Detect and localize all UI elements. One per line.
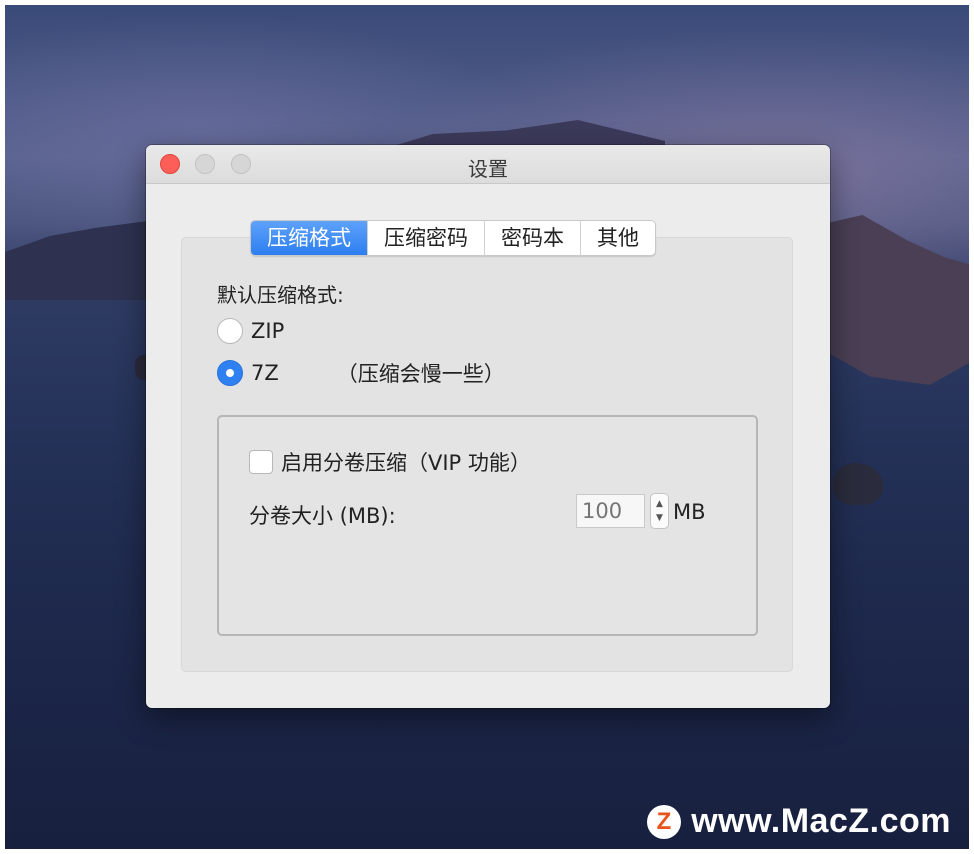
island-right bbox=[825, 215, 969, 385]
radio-7z-note: （压缩会慢一些） bbox=[336, 362, 505, 386]
split-enable-label: 启用分卷压缩（VIP 功能） bbox=[281, 451, 531, 475]
title-bar[interactable]: 设置 bbox=[146, 145, 830, 184]
radio-zip-row[interactable]: ZIP bbox=[217, 318, 284, 344]
chevron-up-icon[interactable]: ▲ bbox=[656, 497, 663, 511]
macz-logo-icon: Z bbox=[647, 804, 682, 839]
rock bbox=[833, 463, 883, 505]
split-size-unit: MB bbox=[673, 500, 706, 524]
window-title: 设置 bbox=[468, 157, 508, 181]
tab-other[interactable]: 其他 bbox=[580, 221, 655, 255]
default-format-label: 默认压缩格式: bbox=[217, 283, 344, 307]
island-left bbox=[5, 220, 155, 300]
split-size-label: 分卷大小 (MB): bbox=[249, 504, 396, 528]
tab-compression-format[interactable]: 压缩格式 bbox=[251, 221, 367, 255]
tab-bar: 压缩格式 压缩密码 密码本 其他 bbox=[250, 220, 656, 256]
radio-zip-label: ZIP bbox=[251, 319, 285, 343]
radio-7z-row[interactable]: 7Z （压缩会慢一些） bbox=[217, 358, 505, 388]
watermark-text: www.MacZ.com bbox=[691, 802, 951, 840]
tab-compression-password[interactable]: 压缩密码 bbox=[367, 221, 484, 255]
radio-7z-label: 7Z bbox=[251, 361, 279, 385]
radio-7z[interactable] bbox=[217, 360, 243, 386]
tab-password-book[interactable]: 密码本 bbox=[484, 221, 580, 255]
split-size-input[interactable] bbox=[576, 494, 645, 528]
watermark: Z www.MacZ.com bbox=[647, 802, 951, 841]
radio-zip[interactable] bbox=[217, 318, 243, 344]
split-enable-row[interactable]: 启用分卷压缩（VIP 功能） bbox=[249, 447, 531, 477]
split-enable-checkbox[interactable] bbox=[249, 450, 273, 474]
settings-window: 设置 压缩格式 压缩密码 密码本 其他 默认压缩格式: ZIP 7Z （压缩会慢… bbox=[146, 145, 830, 708]
chevron-down-icon[interactable]: ▼ bbox=[656, 511, 663, 525]
split-size-stepper[interactable]: ▲ ▼ bbox=[650, 493, 669, 529]
